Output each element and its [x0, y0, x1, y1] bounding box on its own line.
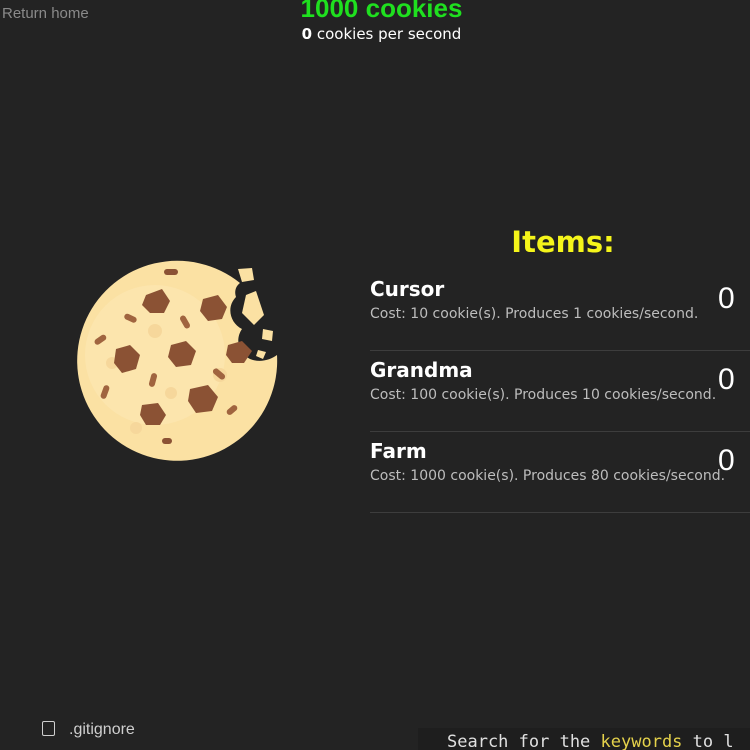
sprinkle	[162, 438, 172, 444]
items-list: Cursor Cost: 10 cookie(s). Produces 1 co…	[370, 270, 750, 513]
hint-keyword: keywords	[600, 732, 683, 750]
item-name: Cursor	[370, 277, 445, 301]
shop-item-grandma[interactable]: Grandma Cost: 100 cookie(s). Produces 10…	[370, 351, 750, 432]
background-editor-strip: .gitignore Search for the keywords to l	[0, 721, 750, 750]
stats-header: 1000 cookies 0 cookies per second	[0, 0, 750, 44]
cookie-spot	[148, 324, 162, 338]
cookies-per-second: 0 cookies per second	[0, 24, 750, 44]
cookie-spot	[130, 422, 142, 434]
crumb	[262, 329, 273, 341]
item-owned-count: 0	[718, 282, 735, 315]
hint-text-tail: to l	[682, 732, 734, 750]
hint-text: Search for the	[447, 732, 601, 750]
item-description: Cost: 1000 cookie(s). Produces 80 cookie…	[370, 468, 726, 484]
item-owned-count: 0	[718, 444, 735, 477]
file-icon	[42, 721, 55, 736]
cookie-count: 1000 cookies	[300, 0, 463, 23]
cookie-icon	[77, 260, 278, 461]
item-owned-count: 0	[718, 363, 735, 396]
search-hint: Search for the keywords to l	[418, 728, 750, 750]
game-page: Return home 1000 cookies 0 cookies per s…	[0, 0, 750, 750]
cps-value: 0	[301, 25, 313, 43]
item-description: Cost: 10 cookie(s). Produces 1 cookies/s…	[370, 306, 699, 322]
file-name: .gitignore	[69, 721, 135, 738]
crumb	[242, 291, 264, 325]
item-name: Farm	[370, 439, 427, 463]
crumb	[256, 350, 266, 359]
shop-item-cursor[interactable]: Cursor Cost: 10 cookie(s). Produces 1 co…	[370, 270, 750, 351]
cookie-button[interactable]	[70, 255, 285, 470]
sprinkle	[164, 269, 178, 275]
items-title: Items:	[511, 225, 615, 259]
crumb	[238, 268, 254, 282]
cps-label: cookies per second	[312, 25, 462, 43]
shop-item-farm[interactable]: Farm Cost: 1000 cookie(s). Produces 80 c…	[370, 432, 750, 513]
file-tree-item[interactable]: .gitignore	[42, 721, 135, 739]
item-name: Grandma	[370, 358, 473, 382]
item-description: Cost: 100 cookie(s). Produces 10 cookies…	[370, 387, 717, 403]
cookie-spot	[165, 387, 177, 399]
